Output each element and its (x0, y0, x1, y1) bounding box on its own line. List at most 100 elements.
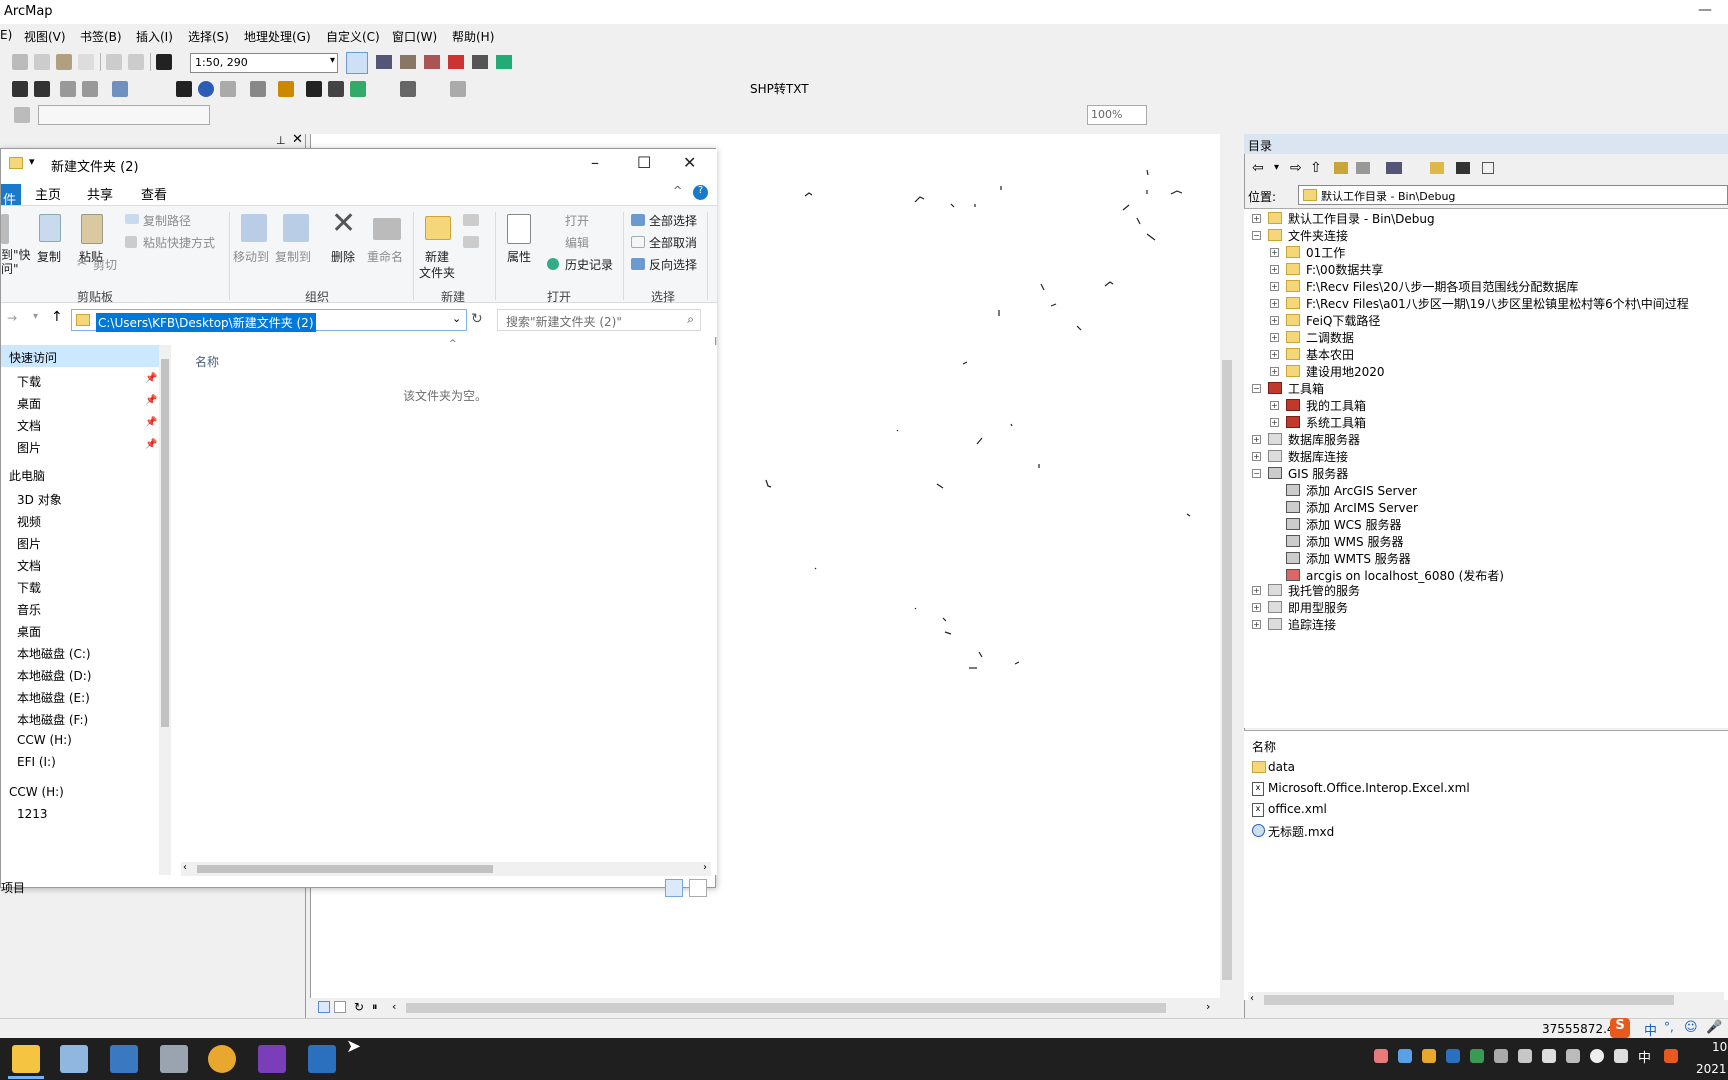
paste-icon[interactable] (56, 54, 72, 70)
visual-studio-taskbar-icon[interactable] (258, 1045, 286, 1073)
nav-item-downloads[interactable]: 下载 (17, 373, 41, 390)
hyperlink-icon[interactable] (220, 81, 236, 97)
select-features-icon[interactable] (112, 81, 128, 97)
catalog-location-input[interactable]: 默认工作目录 - Bin\Debug (1298, 185, 1728, 205)
expand-icon[interactable]: + (1270, 316, 1279, 325)
tree-item-database-servers[interactable]: 数据库服务器 (1288, 431, 1360, 448)
tree-item-database-connections[interactable]: 数据库连接 (1288, 448, 1348, 465)
scroll-left-icon[interactable]: ‹ (1250, 993, 1254, 1004)
expand-icon[interactable]: + (1252, 214, 1261, 223)
scroll-right-icon[interactable]: › (703, 862, 707, 873)
zoom-percent-combo[interactable]: 100% (1087, 105, 1147, 125)
column-header-name[interactable]: 名称 (195, 353, 219, 370)
fixed-zoom-icon[interactable] (34, 81, 50, 97)
easy-access-icon[interactable] (463, 236, 479, 248)
expand-icon[interactable]: + (1270, 401, 1279, 410)
nav-item-drive-c[interactable]: 本地磁盘 (C:) (17, 645, 91, 662)
copy-icon[interactable] (34, 54, 50, 70)
nav-item-music[interactable]: 音乐 (17, 601, 41, 618)
select-elements-icon[interactable] (176, 81, 192, 97)
view-options-icon[interactable] (1386, 162, 1402, 174)
find-icon[interactable] (306, 81, 322, 97)
menu-bookmarks[interactable]: 书签(B) (80, 28, 122, 45)
add-data-icon[interactable] (156, 54, 172, 70)
find-route-icon[interactable] (328, 81, 344, 97)
contents-item-excel-xml[interactable]: Microsoft.Office.Interop.Excel.xml (1268, 781, 1470, 795)
move-to-label[interactable]: 移动到 (233, 248, 269, 265)
tray-app-icon[interactable] (1374, 1049, 1388, 1063)
expand-icon[interactable]: + (1270, 282, 1279, 291)
paste-shortcut-icon[interactable] (125, 236, 137, 248)
rename-label[interactable]: 重命名 (367, 248, 403, 265)
tree-item-ready-to-use-services[interactable]: 即用型服务 (1288, 599, 1348, 616)
microphone-icon[interactable]: 🎤 (1706, 1020, 1722, 1035)
nav-item-drive-i[interactable]: EFI (I:) (17, 755, 56, 769)
arccatalog-taskbar-icon[interactable] (160, 1045, 188, 1073)
new-item-icon[interactable] (463, 214, 479, 226)
nav-item-pictures[interactable]: 图片 (17, 439, 41, 456)
chevron-down-icon[interactable]: ▾ (1274, 162, 1279, 173)
search-input[interactable]: 搜索"新建文件夹 (2)" ⌕ (497, 309, 701, 331)
collapse-icon[interactable]: − (1252, 231, 1261, 240)
expand-icon[interactable]: + (1252, 586, 1261, 595)
taskbar-ime-indicator[interactable]: 中 (1638, 1047, 1651, 1066)
nav-item-drive-h[interactable]: CCW (H:) (17, 733, 72, 747)
arcmap-taskbar-icon[interactable] (110, 1045, 138, 1073)
catalog-hscroll-thumb[interactable] (1264, 995, 1674, 1005)
copy-path-icon[interactable] (125, 214, 139, 224)
large-icons-view-icon[interactable] (689, 879, 707, 897)
scroll-right-icon[interactable]: › (1206, 1000, 1210, 1013)
menu-windows[interactable]: 窗口(W) (392, 28, 437, 45)
nav-item-drive-d[interactable]: 本地磁盘 (D:) (17, 667, 91, 684)
menu-edit[interactable]: E) (0, 28, 12, 42)
search-icon[interactable]: ⌕ (687, 312, 694, 327)
nav-item-1213[interactable]: 1213 (17, 807, 48, 821)
layout-view-icon[interactable] (334, 1001, 346, 1013)
tree-item-folder[interactable]: F:\Recv Files\20八步一期各项目范围线分配数据库 (1306, 278, 1578, 295)
properties-label[interactable]: 属性 (507, 248, 531, 265)
menu-customize[interactable]: 自定义(C) (326, 28, 380, 45)
clock-time[interactable]: 10 (1712, 1040, 1727, 1054)
nav-item-documents[interactable]: 文档 (17, 417, 41, 434)
pin-quick-access-label[interactable]: 到"快 问" (1, 248, 31, 276)
collapse-ribbon-icon[interactable]: ^ (673, 184, 682, 197)
details-view-icon[interactable] (665, 879, 683, 897)
contents-item-untitled-mxd[interactable]: 无标题.mxd (1268, 823, 1334, 840)
tree-item-folder[interactable]: 二调数据 (1306, 329, 1354, 346)
cut-label[interactable]: 剪切 (93, 256, 117, 273)
back-extent-icon[interactable] (60, 81, 76, 97)
copy-path-label[interactable]: 复制路径 (143, 212, 191, 229)
time-slider-icon[interactable] (400, 81, 416, 97)
quick-access-dropdown-icon[interactable]: ▾ (29, 155, 35, 168)
new-folder-label-1[interactable]: 新建 (425, 248, 449, 265)
punctuation-icon[interactable]: °, (1664, 1020, 1674, 1034)
tree-item-folder[interactable]: F:\Recv Files\a01八步区一期\19八步区里松镇里松村等6个村\中… (1306, 295, 1689, 312)
nav-item-documents-2[interactable]: 文档 (17, 557, 41, 574)
nav-item-quick-access[interactable]: 快速访问 (9, 349, 57, 366)
redo-icon[interactable] (128, 54, 144, 70)
tree-item-add-wmts-server[interactable]: 添加 WMTS 服务器 (1306, 550, 1411, 567)
feiq-taskbar-icon[interactable] (208, 1045, 236, 1073)
toggle-contents-icon[interactable] (1456, 162, 1470, 174)
scroll-left-icon[interactable]: ‹ (392, 1000, 396, 1013)
expand-icon[interactable]: + (1252, 620, 1261, 629)
volume-icon[interactable] (1614, 1049, 1628, 1063)
shp-to-txt-button[interactable]: SHP转TXT (750, 80, 809, 97)
copy-to-label[interactable]: 复制到 (275, 248, 311, 265)
emoji-icon[interactable]: ☺ (1684, 1020, 1698, 1035)
expand-icon[interactable]: + (1252, 435, 1261, 444)
tray-usb-icon[interactable] (1518, 1049, 1532, 1063)
select-all-icon[interactable] (631, 214, 645, 226)
nav-item-desktop[interactable]: 桌面 (17, 395, 41, 412)
tree-item-add-wms-server[interactable]: 添加 WMS 服务器 (1306, 533, 1403, 550)
nav-item-this-pc[interactable]: 此电脑 (9, 467, 45, 484)
expand-icon[interactable]: + (1270, 265, 1279, 274)
nav-item-desktop-2[interactable]: 桌面 (17, 623, 41, 640)
go-to-xy-icon[interactable] (350, 81, 366, 97)
chevron-down-icon[interactable]: ⌄ (452, 312, 461, 325)
undo-icon[interactable] (106, 54, 122, 70)
pin-icon[interactable]: 📌 (145, 395, 157, 406)
pin-to-quick-access-icon[interactable] (1, 214, 9, 244)
python-window-icon[interactable] (472, 55, 488, 69)
menu-help[interactable]: 帮助(H) (452, 28, 494, 45)
